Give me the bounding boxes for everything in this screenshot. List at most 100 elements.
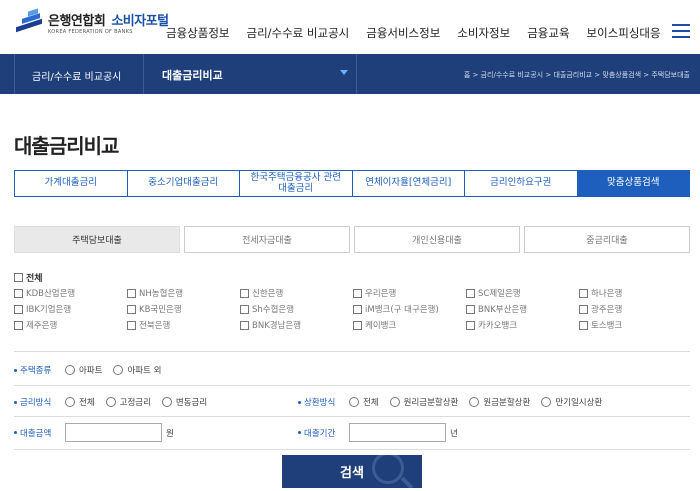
bank-checkbox-item[interactable]: 광주은행	[579, 303, 692, 315]
tab-hf-loan[interactable]: 한국주택금융공사 관련 대출금리	[240, 171, 353, 196]
bank-checkbox-item[interactable]: 제주은행	[14, 319, 127, 331]
divider	[14, 385, 690, 386]
checkbox[interactable]	[466, 288, 475, 298]
top-header: 은행연합회 소비자포털 KOREA FEDERATION OF BANKS 금융상…	[0, 0, 700, 54]
bank-checkbox-item[interactable]: IBK기업은행	[14, 303, 127, 315]
option-label: 원리금분할상환	[403, 398, 459, 408]
radio-button[interactable]	[541, 397, 552, 407]
period-label: 대출기간	[298, 427, 349, 439]
rate-type-option[interactable]: 변동금리	[161, 396, 207, 408]
radio-button[interactable]	[349, 397, 359, 407]
bank-checkbox-item[interactable]: BNK부산은행	[466, 303, 579, 315]
checkbox[interactable]	[466, 320, 475, 330]
logo-sub-text: KOREA FEDERATION OF BANKS	[48, 29, 133, 35]
radio-button[interactable]	[161, 397, 172, 407]
nav-item-consumer-info[interactable]: 소비자정보	[457, 25, 510, 41]
tab-custom-search[interactable]: 맞춤상품검색	[577, 171, 689, 196]
bank-checkbox-item[interactable]: 우리은행	[353, 287, 466, 299]
checkbox[interactable]	[579, 288, 588, 298]
rate-type-option[interactable]: 고정금리	[105, 396, 151, 408]
bank-checkbox-item[interactable]: 신한은행	[240, 287, 353, 299]
radio-button[interactable]	[469, 397, 480, 407]
tab-sme-loan[interactable]: 중소기업대출금리	[127, 171, 240, 196]
checkbox[interactable]	[353, 304, 362, 314]
checkbox[interactable]	[14, 304, 23, 314]
tab-overdue-rate[interactable]: 연체이자율[연체금리]	[352, 171, 465, 196]
page-title: 대출금리비교	[14, 134, 119, 158]
repay-type-option[interactable]: 전체	[349, 396, 379, 408]
bank-label: KDB산업은행	[26, 289, 76, 299]
logo-main-text: 은행연합회	[48, 14, 106, 29]
subtab-mid-rate[interactable]: 중금리대출	[524, 226, 690, 253]
radio-button[interactable]	[65, 365, 75, 375]
checkbox[interactable]	[579, 320, 588, 330]
nav-item-products[interactable]: 금융상품정보	[166, 25, 229, 41]
bank-checkbox-item[interactable]: 토스뱅크	[579, 319, 692, 331]
house-type-row: 주택종류 아파트 아파트 외	[14, 364, 172, 376]
sub-nav-bar: 금리/수수료 비교공시 대출금리비교 홈 > 금리/수수료 비교공시 > 대출금…	[0, 54, 700, 94]
checkbox[interactable]	[127, 304, 136, 314]
bank-checkbox-item[interactable]: 카카오뱅크	[466, 319, 579, 331]
amount-input[interactable]	[65, 423, 162, 442]
subnav-category[interactable]: 금리/수수료 비교공시	[32, 68, 121, 83]
tab-household-loan[interactable]: 가계대출금리	[15, 171, 128, 196]
radio-button[interactable]	[105, 397, 116, 407]
option-label: 원금분할상환	[483, 398, 531, 408]
bank-checkbox-item[interactable]: 하나은행	[579, 287, 692, 299]
house-type-option[interactable]: 아파트 외	[113, 364, 161, 376]
nav-item-rate-compare[interactable]: 금리/수수료 비교공시	[246, 25, 349, 41]
amount-row: 대출금액 원	[14, 423, 174, 442]
all-banks-checkbox[interactable]	[14, 273, 23, 282]
rate-type-option[interactable]: 전체	[65, 396, 95, 408]
subtab-jeonse[interactable]: 전세자금대출	[184, 226, 350, 253]
radio-button[interactable]	[113, 365, 124, 375]
radio-button[interactable]	[65, 397, 75, 407]
repay-type-option[interactable]: 원리금분할상환	[389, 396, 459, 408]
subtab-personal-credit[interactable]: 개인신용대출	[354, 226, 520, 253]
nav-item-services[interactable]: 금융서비스정보	[366, 25, 440, 41]
checkbox[interactable]	[353, 320, 362, 330]
period-input[interactable]	[349, 423, 446, 442]
nav-item-voice-phishing[interactable]: 보이스피싱대응	[587, 25, 661, 41]
repay-type-option[interactable]: 원금분할상환	[469, 396, 530, 408]
bank-label: 광주은행	[591, 305, 623, 315]
search-button-label: 검색	[340, 466, 364, 481]
checkbox[interactable]	[240, 320, 249, 330]
bank-checkbox-item[interactable]: 케이뱅크	[353, 319, 466, 331]
bank-checkbox-item[interactable]: BNK경남은행	[240, 319, 353, 331]
bank-label: 신한은행	[252, 289, 284, 299]
subnav-current[interactable]: 대출금리비교	[162, 67, 223, 83]
radio-button[interactable]	[389, 397, 400, 407]
bank-checkbox-item[interactable]: 전북은행	[127, 319, 240, 331]
search-button[interactable]: 검색	[282, 455, 422, 488]
checkbox[interactable]	[127, 320, 136, 330]
repay-type-option[interactable]: 만기일시상환	[541, 396, 602, 408]
bank-checkbox-item[interactable]: NH농협은행	[127, 287, 240, 299]
menu-icon[interactable]	[672, 24, 690, 38]
bank-checkbox-item[interactable]: KB국민은행	[127, 303, 240, 315]
nav-item-education[interactable]: 금융교육	[527, 25, 569, 41]
house-type-label: 주택종류	[14, 364, 65, 376]
period-row: 대출기간 년	[298, 423, 458, 442]
bank-label: BNK경남은행	[252, 321, 302, 331]
checkbox[interactable]	[14, 288, 23, 298]
bank-checkbox-item[interactable]: SC제일은행	[466, 287, 579, 299]
bank-checkbox-item[interactable]: iM뱅크(구 대구은행)	[353, 303, 466, 315]
tab-rate-cut-right[interactable]: 금리인하요구권	[465, 171, 578, 196]
checkbox[interactable]	[466, 304, 475, 314]
site-logo[interactable]: 은행연합회 소비자포털 KOREA FEDERATION OF BANKS	[14, 7, 169, 35]
bank-checkbox-item[interactable]: Sh수협은행	[240, 303, 353, 315]
period-unit: 년	[450, 428, 458, 439]
checkbox[interactable]	[353, 288, 362, 298]
checkbox[interactable]	[240, 304, 249, 314]
subtab-mortgage[interactable]: 주택담보대출	[14, 226, 180, 253]
house-type-option[interactable]: 아파트	[65, 364, 102, 376]
checkbox[interactable]	[579, 304, 588, 314]
search-icon	[372, 455, 404, 484]
checkbox[interactable]	[240, 288, 249, 298]
bank-label: NH농협은행	[139, 289, 184, 299]
chevron-down-icon[interactable]	[340, 70, 348, 75]
bank-checkbox-item[interactable]: KDB산업은행	[14, 287, 127, 299]
checkbox[interactable]	[127, 288, 136, 298]
checkbox[interactable]	[14, 320, 23, 330]
